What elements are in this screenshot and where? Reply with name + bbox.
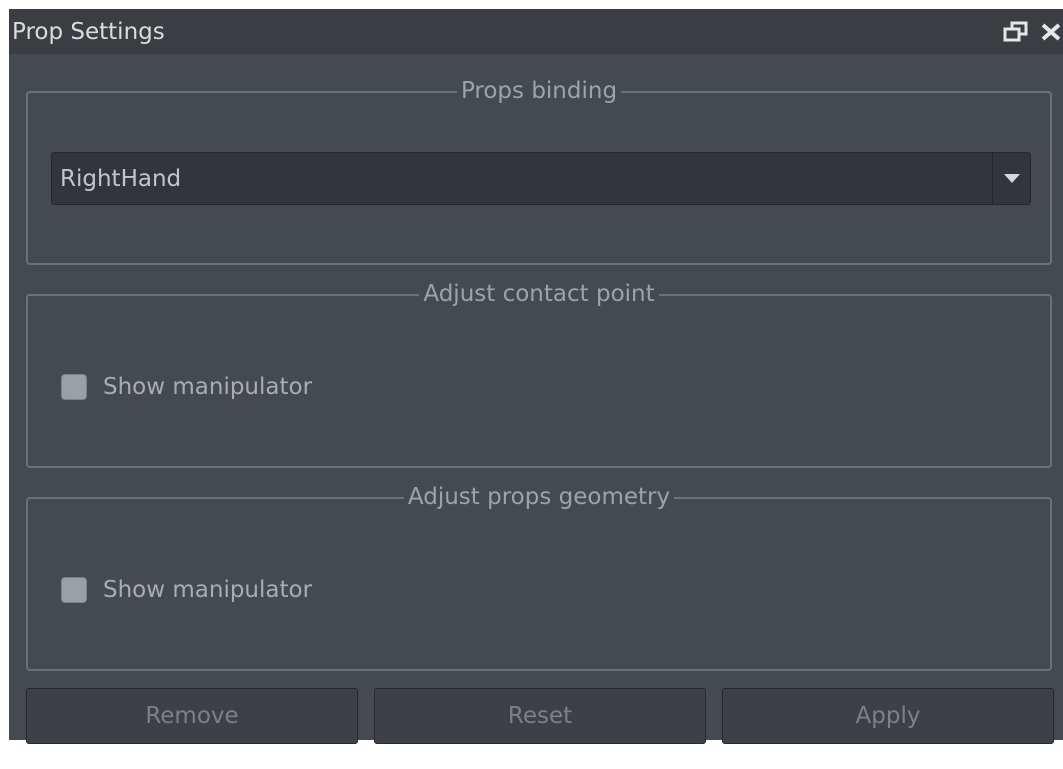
remove-button[interactable]: Remove xyxy=(26,688,358,744)
props-geometry-checkbox-row[interactable]: Show manipulator xyxy=(61,575,312,605)
binding-dropdown-value: RightHand xyxy=(60,166,182,192)
contact-point-checkbox-label: Show manipulator xyxy=(103,374,313,400)
window-title: Prop Settings xyxy=(12,19,165,45)
reset-button[interactable]: Reset xyxy=(374,688,706,744)
props-binding-legend: Props binding xyxy=(456,78,622,104)
props-binding-group: Props binding RightHand xyxy=(26,78,1052,265)
title-bar[interactable]: Prop Settings xyxy=(9,9,1063,54)
apply-button[interactable]: Apply xyxy=(722,688,1054,744)
chevron-down-icon[interactable] xyxy=(992,153,1030,204)
contact-point-checkbox-row[interactable]: Show manipulator xyxy=(61,372,312,402)
contact-point-legend: Adjust contact point xyxy=(419,281,659,307)
binding-dropdown[interactable]: RightHand xyxy=(51,152,1031,205)
props-geometry-group: Adjust props geometry Show manipulator xyxy=(26,484,1052,671)
contact-point-manipulator-checkbox[interactable] xyxy=(61,374,87,400)
props-geometry-manipulator-checkbox[interactable] xyxy=(61,577,87,603)
props-geometry-legend: Adjust props geometry xyxy=(403,484,675,510)
props-geometry-checkbox-label: Show manipulator xyxy=(103,577,313,603)
prop-settings-window: Prop Settings Props binding RightHand Ad… xyxy=(9,9,1063,744)
contact-point-group: Adjust contact point Show manipulator xyxy=(26,281,1052,468)
close-icon[interactable] xyxy=(1039,21,1063,43)
float-window-icon[interactable] xyxy=(1003,21,1029,43)
